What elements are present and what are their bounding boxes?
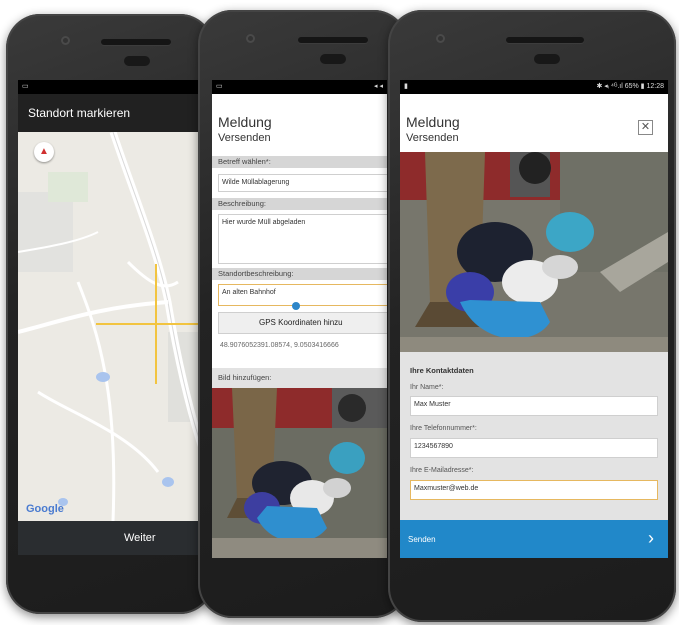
form-subtitle: Versenden: [406, 132, 459, 144]
close-icon[interactable]: ✕: [638, 120, 653, 135]
contact-section: Ihre Kontaktdaten Ihr Name*: Max Muster …: [400, 352, 668, 520]
google-logo: Google: [26, 503, 64, 515]
send-button-label: Senden: [408, 534, 436, 544]
front-camera: [436, 34, 445, 43]
phone-label: Ihre Telefonnummer*:: [410, 425, 477, 432]
screen-report-form: ▭ ◂ ◂ Meldung Versenden Betreff wählen*:…: [212, 80, 387, 558]
status-icons: ◂ ◂: [374, 83, 383, 90]
form-subtitle: Versenden: [218, 132, 271, 144]
front-camera: [61, 36, 70, 45]
report-photo: [400, 152, 668, 352]
earpiece-speaker: [506, 37, 584, 43]
subject-select[interactable]: Wilde Müllablagerung: [218, 174, 387, 192]
trash-bags-photo: [400, 152, 668, 352]
screen-contact-form: ▮ ✱ ◂ᵢ ⁴ᴳ.ıl 65% ▮ 12:28 Meldung Versend…: [400, 80, 668, 558]
map-view[interactable]: ▲ Google: [18, 132, 218, 521]
description-textarea[interactable]: Hier wurde Müll abgeladen: [218, 214, 387, 264]
status-icons: ✱ ◂ᵢ ⁴ᴳ.ıl 65% ▮ 12:28: [596, 83, 664, 90]
proximity-sensor: [124, 56, 150, 66]
name-label: Ihr Name*:: [410, 384, 444, 391]
gps-coordinates-button[interactable]: GPS Koordinaten hinzu: [218, 312, 387, 334]
chevron-right-icon: ›: [648, 528, 654, 548]
name-input[interactable]: Max Muster: [410, 396, 658, 416]
compass-icon[interactable]: ▲: [34, 142, 54, 162]
image-label: Bild hinzufügen:: [212, 368, 387, 388]
notification-icon: ▭: [22, 83, 29, 90]
earpiece-speaker: [101, 39, 171, 45]
phone-input[interactable]: 1234567890: [410, 438, 658, 458]
report-photo: [212, 388, 387, 558]
location-input[interactable]: An alten Bahnhof: [218, 284, 387, 306]
screen-map: ▭ ▮ ▾ ◂ Standort markieren ▲ Google Weit…: [18, 80, 218, 555]
text-cursor-handle[interactable]: [292, 302, 300, 310]
trash-bags-photo: [212, 388, 387, 558]
subject-label: Betreff wählen*:: [212, 156, 387, 168]
email-input[interactable]: Maxmuster@web.de: [410, 480, 658, 500]
send-button[interactable]: Senden ›: [400, 520, 668, 558]
form-title: Meldung: [218, 114, 272, 130]
status-bar: ▭ ▮ ▾ ◂: [18, 80, 218, 94]
earpiece-speaker: [298, 37, 368, 43]
description-label: Beschreibung:: [212, 198, 387, 210]
map-tiles: [18, 132, 218, 521]
proximity-sensor: [320, 54, 346, 64]
gps-coordinates-text: 48.9076052391.08574, 9.0503416666: [220, 342, 339, 349]
contact-header: Ihre Kontaktdaten: [410, 366, 474, 375]
notification-icon: ▮: [404, 83, 408, 90]
proximity-sensor: [534, 54, 560, 64]
location-label: Standortbeschreibung:: [212, 268, 387, 280]
status-bar: ▮ ✱ ◂ᵢ ⁴ᴳ.ıl 65% ▮ 12:28: [400, 80, 668, 94]
map-header-title: Standort markieren: [18, 94, 218, 132]
notification-icon: ▭: [216, 83, 223, 90]
front-camera: [246, 34, 255, 43]
form-title: Meldung: [406, 114, 460, 130]
status-bar: ▭ ◂ ◂: [212, 80, 387, 94]
map-footer: Weiter: [18, 521, 218, 555]
email-label: Ihre E-Mailadresse*:: [410, 467, 474, 474]
